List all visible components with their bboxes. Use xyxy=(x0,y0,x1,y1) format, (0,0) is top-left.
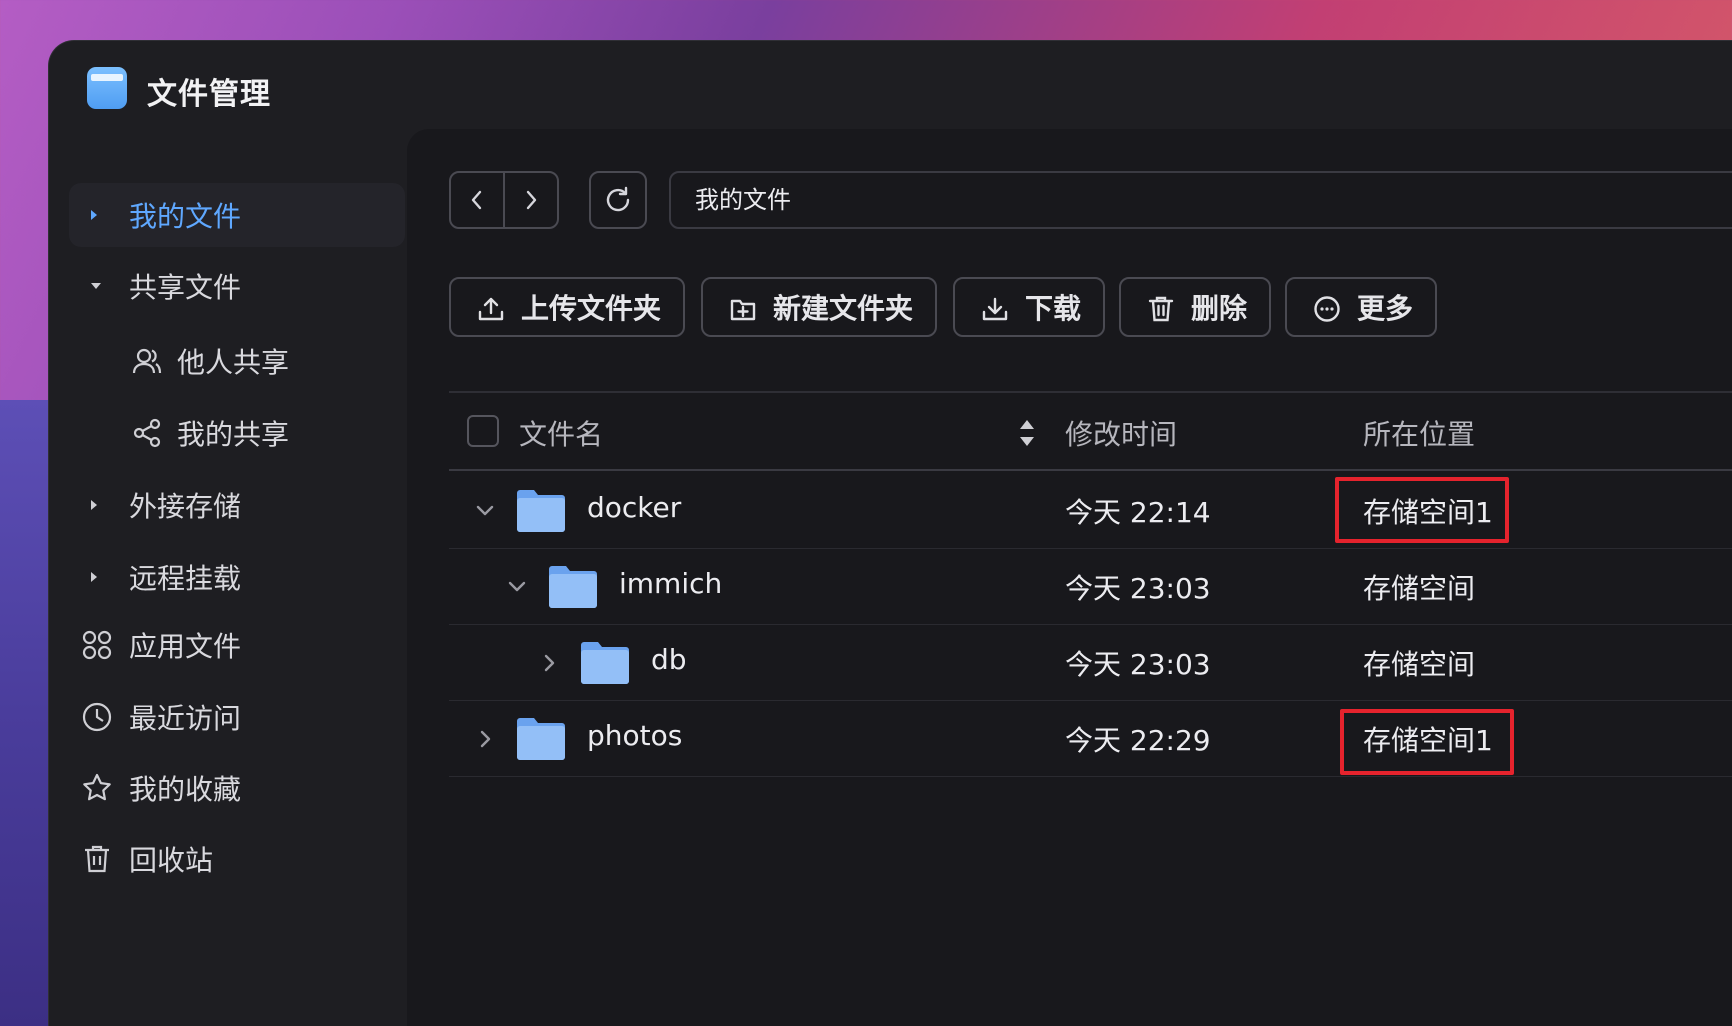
sidebar-item-my-shares[interactable]: 我的共享 xyxy=(69,401,405,465)
upload-folder-button[interactable]: 上传文件夹 xyxy=(449,277,685,337)
sidebar-item-shared-with-me[interactable]: 他人共享 xyxy=(69,329,405,393)
sidebar-item-app-files[interactable]: 应用文件 xyxy=(69,613,405,677)
file-name: docker xyxy=(587,491,682,524)
sort-icon[interactable] xyxy=(1017,417,1037,449)
upload-folder-label: 上传文件夹 xyxy=(521,292,662,325)
sidebar-item-favorites[interactable]: 我的收藏 xyxy=(69,756,405,820)
folder-icon xyxy=(517,718,565,760)
upload-icon xyxy=(478,297,504,321)
users-icon xyxy=(132,348,162,374)
sidebar-item-trash[interactable]: 回收站 xyxy=(69,827,405,891)
modified-time: 今天 23:03 xyxy=(1065,572,1211,605)
forward-button[interactable] xyxy=(503,173,557,227)
column-header-name[interactable]: 文件名 xyxy=(519,413,603,453)
sidebar-item-label: 我的文件 xyxy=(129,200,242,233)
modified-time: 今天 22:14 xyxy=(1065,496,1211,529)
sidebar-item-label: 我的收藏 xyxy=(129,773,242,806)
column-header-location[interactable]: 所在位置 xyxy=(1363,413,1475,453)
delete-label: 删除 xyxy=(1191,292,1248,325)
sidebar-item-label: 他人共享 xyxy=(177,346,290,379)
location: 存储空间 xyxy=(1363,648,1476,681)
sidebar-item-label: 我的共享 xyxy=(177,418,290,451)
sidebar-item-label: 共享文件 xyxy=(129,271,242,304)
chevron-right-icon[interactable] xyxy=(537,651,561,675)
download-label: 下载 xyxy=(1025,292,1082,325)
new-folder-label: 新建文件夹 xyxy=(773,292,914,325)
download-icon xyxy=(982,297,1008,321)
path-input[interactable]: 我的文件 xyxy=(669,171,1732,229)
caret-right-icon[interactable] xyxy=(91,572,97,582)
file-name: photos xyxy=(587,719,683,752)
table-row[interactable]: immich 今天 23:03 存储空间 xyxy=(449,549,1732,625)
highlight-box xyxy=(1335,477,1509,543)
location: 存储空间 xyxy=(1363,572,1476,605)
back-button[interactable] xyxy=(451,173,503,227)
modified-time: 今天 23:03 xyxy=(1065,648,1211,681)
star-icon xyxy=(83,773,111,801)
trash-icon xyxy=(1148,296,1174,322)
folder-icon xyxy=(549,566,597,608)
table-row[interactable]: db 今天 23:03 存储空间 xyxy=(449,625,1732,701)
modified-time: 今天 22:29 xyxy=(1065,724,1211,757)
sidebar-item-my-files[interactable]: 我的文件 xyxy=(69,183,405,247)
new-folder-button[interactable]: 新建文件夹 xyxy=(701,277,937,337)
new-folder-icon xyxy=(730,299,756,321)
refresh-icon xyxy=(606,186,630,212)
apps-icon xyxy=(82,630,112,660)
clock-icon xyxy=(82,702,112,732)
highlight-box xyxy=(1340,709,1514,775)
download-button[interactable]: 下载 xyxy=(953,277,1105,337)
main-panel: 我的文件 上传文件夹 新建文件夹 下载 删除 更多 文件名 修改时间 所在位置 … xyxy=(407,129,1732,1026)
chevron-left-icon xyxy=(471,190,482,210)
refresh-button[interactable] xyxy=(589,171,647,229)
app-title: 文件管理 xyxy=(147,77,271,112)
sidebar-item-remote-mount[interactable]: 远程挂载 xyxy=(69,545,405,609)
file-name: immich xyxy=(619,567,723,600)
file-manager-window: 文件管理 我的文件 共享文件 他人共享 我的共享 外接存储 远程挂载 应用文件 … xyxy=(48,40,1732,1026)
chevron-right-icon[interactable] xyxy=(473,727,497,751)
sidebar-item-label: 远程挂载 xyxy=(129,562,242,595)
chevron-down-icon[interactable] xyxy=(505,575,529,599)
sidebar: 我的文件 共享文件 他人共享 我的共享 外接存储 远程挂载 应用文件 最近访问 … xyxy=(49,141,439,1026)
trash-icon xyxy=(85,845,109,873)
file-name: db xyxy=(651,643,687,676)
caret-right-icon[interactable] xyxy=(91,210,97,220)
folder-icon xyxy=(517,490,565,532)
select-all-checkbox[interactable] xyxy=(467,415,499,447)
sidebar-item-shared-files[interactable]: 共享文件 xyxy=(69,254,405,318)
chevron-right-icon xyxy=(526,190,537,210)
share-icon xyxy=(133,418,161,448)
more-button[interactable]: 更多 xyxy=(1285,277,1437,337)
table-header: 文件名 修改时间 所在位置 xyxy=(449,391,1732,471)
delete-button[interactable]: 删除 xyxy=(1119,277,1271,337)
more-icon xyxy=(1314,296,1340,322)
folder-icon xyxy=(581,642,629,684)
caret-down-icon[interactable] xyxy=(91,283,101,289)
titlebar: 文件管理 xyxy=(49,41,1732,137)
sidebar-item-label: 最近访问 xyxy=(129,702,242,735)
column-header-modified[interactable]: 修改时间 xyxy=(1065,413,1177,453)
sidebar-item-label: 回收站 xyxy=(129,844,214,877)
chevron-down-icon[interactable] xyxy=(473,499,497,523)
sidebar-item-external-storage[interactable]: 外接存储 xyxy=(69,473,405,537)
table-row[interactable]: photos 今天 22:29 存储空间1 xyxy=(449,701,1732,777)
table-row[interactable]: docker 今天 22:14 存储空间1 xyxy=(449,473,1732,549)
more-label: 更多 xyxy=(1357,292,1414,325)
sidebar-item-label: 外接存储 xyxy=(129,490,242,523)
sidebar-item-label: 应用文件 xyxy=(129,630,242,663)
folder-app-icon xyxy=(87,67,127,109)
history-nav xyxy=(449,171,559,229)
caret-right-icon[interactable] xyxy=(91,500,97,510)
sidebar-item-recent[interactable]: 最近访问 xyxy=(69,685,405,749)
